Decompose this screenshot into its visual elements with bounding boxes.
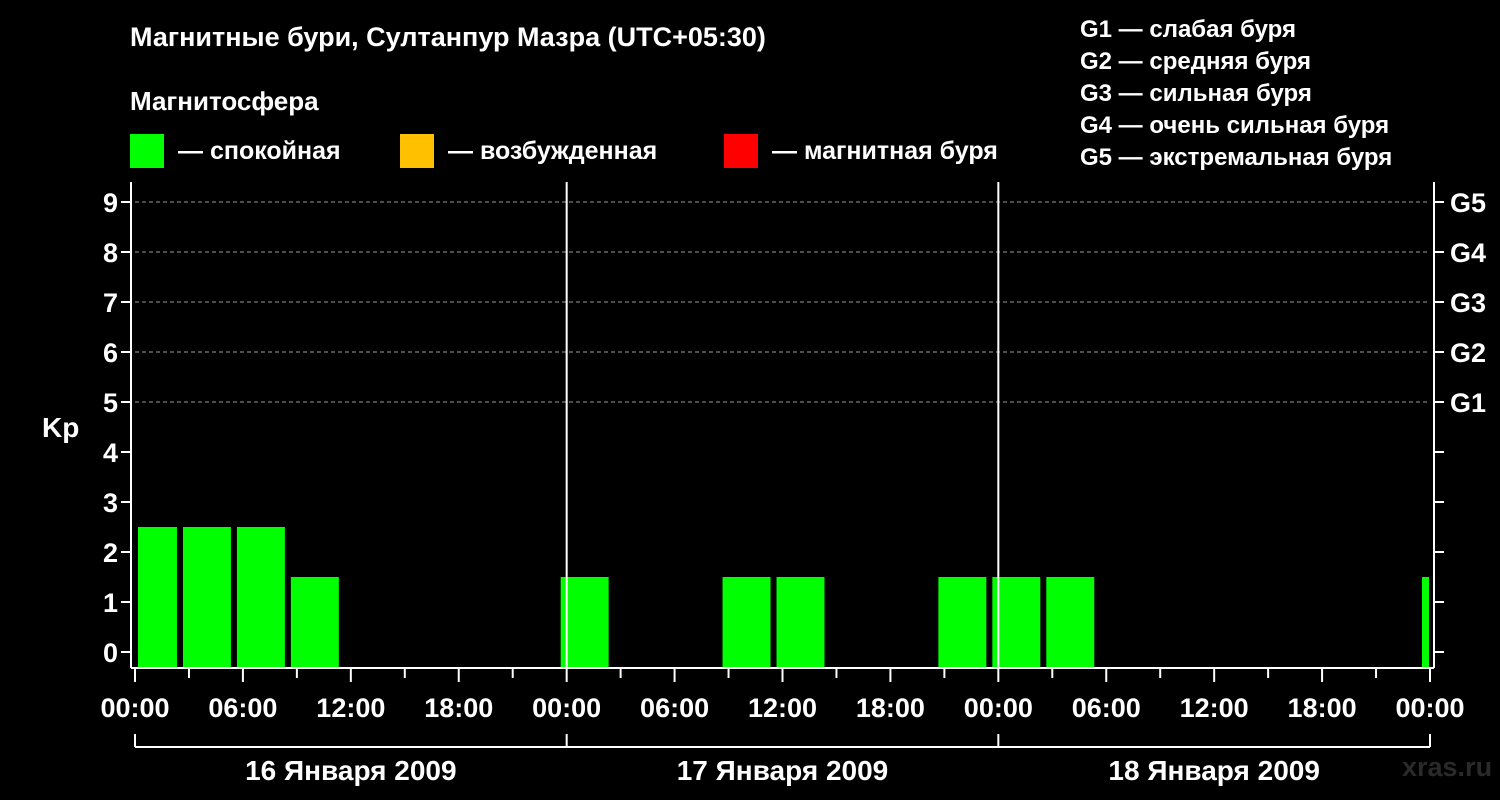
x-tick-label: 12:00 — [748, 693, 817, 723]
y-tick-label: 4 — [103, 438, 118, 468]
x-tick-label: 06:00 — [208, 693, 277, 723]
watermark: xras.ru — [1402, 752, 1493, 782]
day-label: 17 Января 2009 — [677, 755, 889, 786]
kp-bar — [992, 577, 1041, 668]
g-level-label: G3 — [1450, 288, 1486, 318]
g-level-label: G5 — [1450, 188, 1486, 218]
kp-bar — [1422, 577, 1429, 668]
y-tick-label: 7 — [103, 288, 118, 318]
kp-bar — [1046, 577, 1095, 668]
y-tick-label: 1 — [103, 588, 118, 618]
y-tick-label: 6 — [103, 338, 118, 368]
x-tick-label: 00:00 — [964, 693, 1033, 723]
x-tick-label: 18:00 — [1288, 693, 1357, 723]
y-tick-label: 0 — [103, 638, 118, 668]
g-level-label: G1 — [1450, 388, 1486, 418]
x-tick-label: 18:00 — [856, 693, 925, 723]
x-tick-label: 06:00 — [1072, 693, 1141, 723]
kp-bar — [560, 577, 609, 668]
y-tick-label: 5 — [103, 388, 118, 418]
kp-bar — [776, 577, 825, 668]
kp-bar — [722, 577, 771, 668]
y-tick-label: 3 — [103, 488, 118, 518]
g-level-label: G4 — [1450, 238, 1486, 268]
kp-bar — [182, 527, 231, 668]
y-tick-label: 2 — [103, 538, 118, 568]
kp-bar — [236, 527, 285, 668]
x-tick-label: 18:00 — [424, 693, 493, 723]
x-tick-label: 12:00 — [1180, 693, 1249, 723]
day-label: 18 Января 2009 — [1108, 755, 1320, 786]
day-label: 16 Января 2009 — [245, 755, 457, 786]
x-tick-label: 12:00 — [316, 693, 385, 723]
y-tick-label: 9 — [103, 188, 118, 218]
g-level-label: G2 — [1450, 338, 1486, 368]
kp-chart: 0 1 2 3 4 5 6 7 8 9 G1 G2 G3 G4 G5 00:00 06:00 12:00 18:00… — [100, 182, 1486, 786]
kp-bar — [290, 577, 339, 668]
x-tick-label: 00:00 — [1395, 693, 1464, 723]
x-tick-label: 00:00 — [100, 693, 169, 723]
y-tick-label: 8 — [103, 238, 118, 268]
kp-bar — [138, 527, 177, 668]
x-tick-label: 00:00 — [532, 693, 601, 723]
kp-bar — [938, 577, 987, 668]
x-tick-label: 06:00 — [640, 693, 709, 723]
